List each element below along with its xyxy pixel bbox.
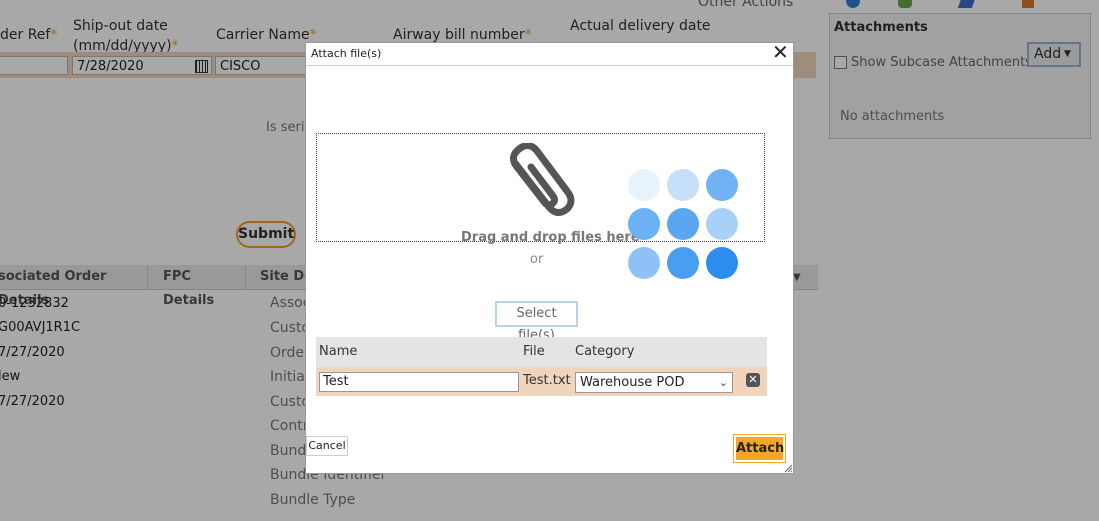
loading-dot xyxy=(667,169,699,201)
dialog-title: Attach file(s) xyxy=(311,47,382,60)
name-column-header: Name xyxy=(319,344,358,359)
or-separator: or xyxy=(530,252,544,267)
file-column-header: File xyxy=(523,344,545,359)
chevron-down-icon: ⌄ xyxy=(718,376,728,389)
loading-dot xyxy=(667,247,699,279)
select-files-button[interactable]: Select file(s) xyxy=(495,301,578,343)
loading-dot xyxy=(628,247,660,279)
dropzone-text: Drag and drop files here xyxy=(461,230,640,245)
attach-button[interactable]: Attach xyxy=(733,434,786,463)
table-row: Test Test.txt Warehouse POD ⌄ ✕ xyxy=(316,367,767,396)
resize-grip-icon[interactable] xyxy=(783,463,793,473)
file-name-input[interactable]: Test xyxy=(319,372,519,392)
category-select[interactable]: Warehouse POD ⌄ xyxy=(575,372,733,393)
loading-dot xyxy=(706,208,738,240)
paperclip-icon xyxy=(510,143,575,216)
close-icon[interactable]: ✕ xyxy=(772,41,789,63)
files-grid-header: Name File Category xyxy=(316,337,767,367)
dialog-title-bar: Attach file(s) ✕ xyxy=(306,41,793,66)
category-column-header: Category xyxy=(575,344,635,359)
file-name-cell: Test.txt xyxy=(523,373,571,388)
cancel-button[interactable]: Cancel xyxy=(306,436,348,456)
loading-dot xyxy=(706,169,738,201)
loading-dot xyxy=(706,247,738,279)
category-value: Warehouse POD xyxy=(580,375,685,390)
attach-files-dialog: Attach file(s) ✕ Drag and drop files her… xyxy=(305,41,794,474)
loading-dot xyxy=(667,208,699,240)
loading-dot xyxy=(628,208,660,240)
delete-icon[interactable]: ✕ xyxy=(746,373,760,387)
loading-dot xyxy=(628,169,660,201)
